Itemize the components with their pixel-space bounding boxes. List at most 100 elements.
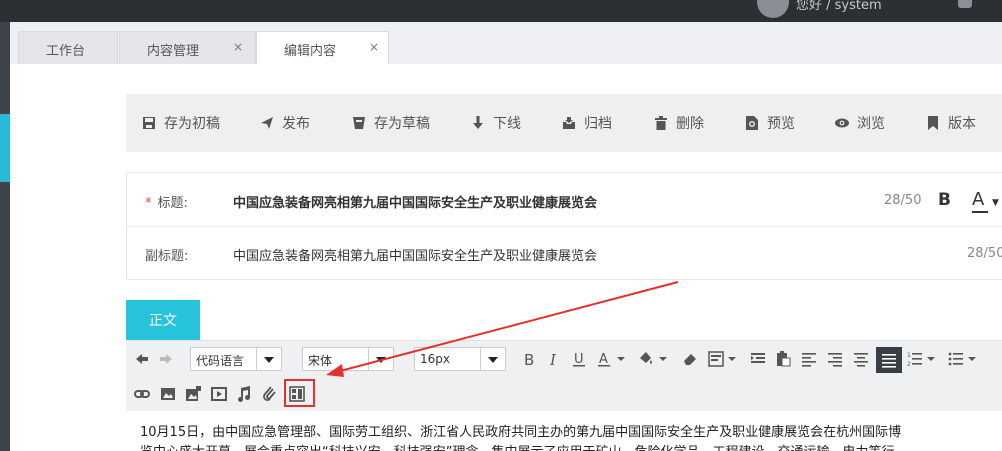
- offline-label: 下线: [493, 116, 521, 132]
- font-family-select[interactable]: 宋体: [302, 347, 394, 371]
- music-icon[interactable]: [236, 386, 252, 402]
- align-justify-icon: [882, 354, 896, 368]
- italic-icon[interactable]: I: [545, 351, 561, 367]
- chevron-down-icon[interactable]: [656, 351, 672, 367]
- editor-body[interactable]: 10月15日，由中国应急管理部、国际劳工组织、浙江省人民政府共同主办的第九届中国…: [126, 411, 1002, 451]
- chevron-down-icon[interactable]: [924, 351, 940, 367]
- subtitle-label: 副标题:: [145, 249, 189, 264]
- chevron-down-icon[interactable]: [480, 348, 505, 370]
- archive-button[interactable]: 归档: [562, 114, 612, 132]
- save-draft-label: 存为草稿: [374, 116, 430, 132]
- link-icon[interactable]: [134, 386, 150, 402]
- browse-label: 浏览: [857, 116, 885, 132]
- required-mark: *: [145, 196, 152, 211]
- save-initial-button[interactable]: 存为初稿: [142, 114, 220, 132]
- save-draft-button[interactable]: 存为草稿: [352, 114, 430, 132]
- font-color-underline: [972, 211, 988, 213]
- svg-text:1: 1: [907, 352, 911, 359]
- sidebar: [0, 22, 10, 451]
- title-form: * 标题: 中国应急装备网亮相第九届中国国际安全生产及职业健康展览会 28/50 …: [126, 172, 1002, 280]
- publish-button[interactable]: 发布: [260, 114, 310, 132]
- version-button[interactable]: 版本: [926, 114, 976, 132]
- delete-button[interactable]: 删除: [654, 114, 704, 132]
- divider: [127, 226, 1002, 227]
- chevron-down-icon[interactable]: [965, 351, 981, 367]
- chevron-down-icon[interactable]: [368, 348, 393, 370]
- image-icon[interactable]: [160, 386, 176, 402]
- offline-button[interactable]: 下线: [471, 114, 521, 132]
- bold-button[interactable]: B: [938, 190, 951, 210]
- publish-label: 发布: [282, 116, 310, 132]
- svg-text:I: I: [549, 351, 557, 367]
- tab-workbench[interactable]: 工作台: [18, 31, 118, 64]
- font-family-value: 宋体: [308, 354, 333, 368]
- video-icon[interactable]: [211, 386, 227, 402]
- undo-icon[interactable]: [134, 351, 150, 367]
- close-icon[interactable]: ×: [369, 40, 379, 54]
- paste-icon[interactable]: [775, 351, 791, 367]
- font-color-button[interactable]: A: [972, 189, 984, 210]
- svg-text:B: B: [524, 351, 534, 367]
- tab-label: 编辑内容: [284, 44, 337, 59]
- font-size-select[interactable]: 16px: [414, 347, 506, 371]
- attachment-icon[interactable]: [262, 386, 278, 402]
- save-icon: [143, 117, 155, 129]
- chevron-down-icon[interactable]: [614, 351, 630, 367]
- archive-label: 归档: [584, 116, 612, 132]
- sidebar-active-marker: [0, 114, 10, 182]
- svg-text:2: 2: [907, 361, 911, 367]
- preview-icon: [746, 116, 758, 130]
- send-icon: [261, 117, 273, 129]
- chevron-down-icon[interactable]: ▼: [992, 198, 999, 208]
- chevron-down-icon[interactable]: [256, 348, 281, 370]
- title-label-text: 标题:: [157, 196, 188, 211]
- indent-icon[interactable]: [750, 351, 766, 367]
- body-paragraph-line: 览中心盛大开幕。展会重点突出“科技兴安、科技强安”理念，集中展示了应用于矿山、危…: [140, 441, 894, 451]
- eraser-icon[interactable]: [682, 351, 698, 367]
- bold-icon[interactable]: B: [521, 351, 537, 367]
- chevron-down-icon[interactable]: [725, 351, 741, 367]
- title-char-count: 28/50: [884, 193, 922, 208]
- unordered-list-icon[interactable]: [948, 351, 964, 367]
- bookmark-icon: [928, 116, 938, 130]
- arrow-down-icon: [473, 116, 483, 129]
- align-center-icon[interactable]: [853, 351, 869, 367]
- ordered-list-icon[interactable]: 12: [907, 351, 923, 367]
- body-tab[interactable]: 正文: [126, 300, 200, 340]
- format-select[interactable]: 代码语言: [190, 347, 282, 371]
- align-justify-button[interactable]: [876, 347, 902, 373]
- tab-content-management[interactable]: 内容管理 ×: [119, 31, 256, 64]
- subtitle-char-count: 28/50: [967, 246, 1002, 261]
- svg-text:A: A: [599, 352, 608, 367]
- font-size-value: 16px: [420, 352, 450, 366]
- align-right-icon[interactable]: [827, 351, 843, 367]
- font-color-icon[interactable]: A: [597, 351, 613, 367]
- paragraph-format-icon[interactable]: [708, 351, 724, 367]
- save-initial-label: 存为初稿: [164, 116, 220, 132]
- subtitle-input[interactable]: 中国应急装备网亮相第九届中国国际安全生产及职业健康展览会: [233, 245, 597, 264]
- title-label: * 标题:: [145, 192, 188, 211]
- version-label: 版本: [948, 116, 976, 132]
- close-icon[interactable]: ×: [233, 40, 243, 54]
- cup-icon: [353, 117, 365, 129]
- highlight-box: [284, 379, 315, 407]
- underline-icon[interactable]: U: [571, 351, 587, 367]
- preview-button[interactable]: 预览: [745, 114, 795, 132]
- format-select-value: 代码语言: [196, 354, 245, 368]
- redo-icon[interactable]: [158, 351, 174, 367]
- align-left-icon[interactable]: [801, 351, 817, 367]
- eye-icon: [835, 118, 849, 128]
- tab-edit-content[interactable]: 编辑内容 ×: [256, 31, 389, 64]
- multi-image-icon[interactable]: [185, 386, 201, 402]
- tab-label: 内容管理: [147, 44, 200, 59]
- browse-button[interactable]: 浏览: [835, 114, 885, 132]
- fill-color-icon[interactable]: [638, 351, 654, 367]
- title-input[interactable]: 中国应急装备网亮相第九届中国国际安全生产及职业健康展览会: [233, 192, 597, 211]
- notification-icon[interactable]: [958, 0, 972, 8]
- user-greeting[interactable]: 您好 / system: [796, 0, 882, 13]
- top-bar: 您好 / system: [0, 0, 1002, 22]
- preview-label: 预览: [767, 116, 795, 132]
- trash-icon: [655, 116, 667, 130]
- avatar[interactable]: [757, 0, 789, 18]
- tab-label: 工作台: [46, 44, 86, 59]
